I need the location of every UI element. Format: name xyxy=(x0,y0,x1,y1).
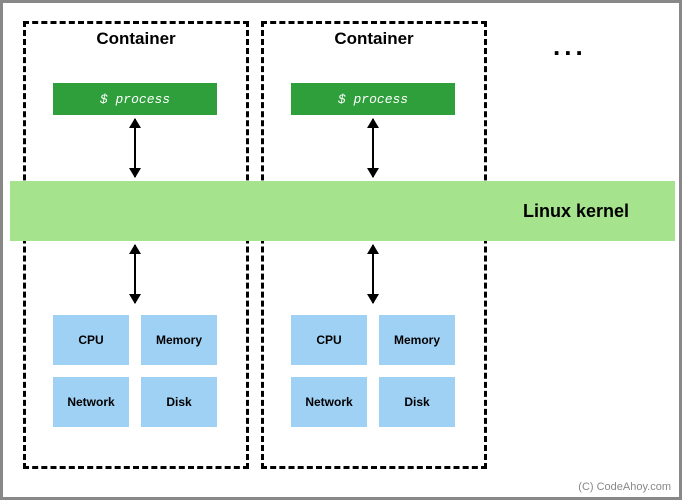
arrow-process-kernel-2 xyxy=(372,119,374,177)
process-box-2: $ process xyxy=(291,83,455,115)
resource-network-1: Network xyxy=(53,377,129,427)
attribution-text: (C) CodeAhoy.com xyxy=(578,481,671,493)
linux-kernel-label: Linux kernel xyxy=(523,201,629,222)
diagram-canvas: Container Container ... $ process $ proc… xyxy=(0,0,682,500)
container-title-1: Container xyxy=(23,29,249,49)
ellipsis-more-containers: ... xyxy=(553,31,587,62)
resource-memory-2: Memory xyxy=(379,315,455,365)
resource-cpu-2: CPU xyxy=(291,315,367,365)
resource-memory-1: Memory xyxy=(141,315,217,365)
resource-disk-2: Disk xyxy=(379,377,455,427)
resource-disk-1: Disk xyxy=(141,377,217,427)
arrow-kernel-resources-1 xyxy=(134,245,136,303)
arrow-kernel-resources-2 xyxy=(372,245,374,303)
process-box-1: $ process xyxy=(53,83,217,115)
container-title-2: Container xyxy=(261,29,487,49)
arrow-process-kernel-1 xyxy=(134,119,136,177)
resource-cpu-1: CPU xyxy=(53,315,129,365)
resource-network-2: Network xyxy=(291,377,367,427)
